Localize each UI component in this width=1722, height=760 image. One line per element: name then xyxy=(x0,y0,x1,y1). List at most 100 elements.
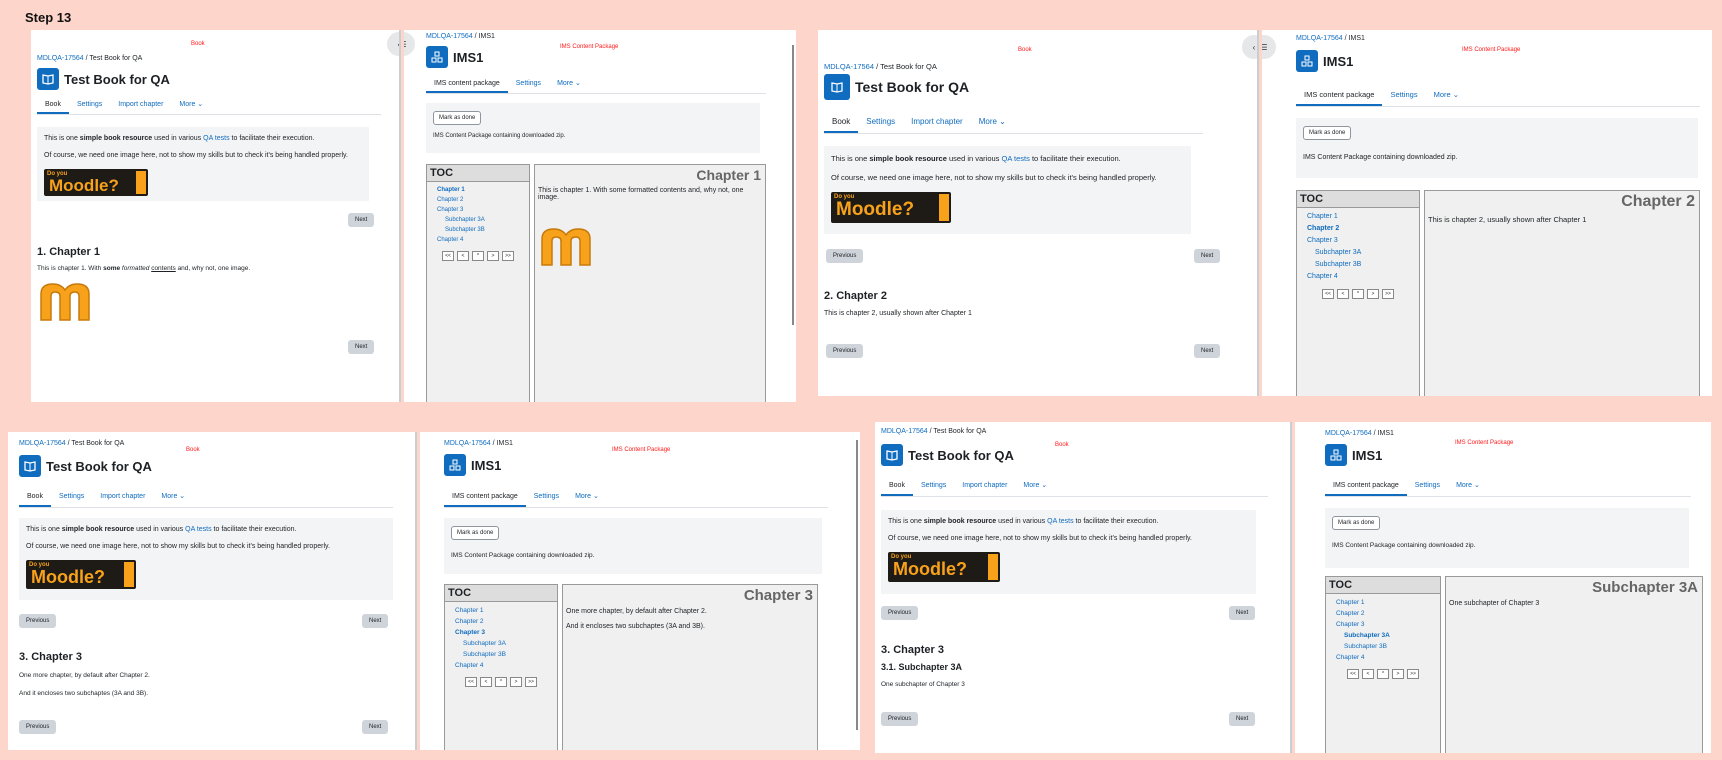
previous-button-bottom[interactable]: Previous xyxy=(881,712,919,726)
next-button-bottom[interactable]: Next xyxy=(1194,344,1221,358)
next-button-bottom[interactable]: Next xyxy=(1229,712,1256,726)
toc-drawer-icon[interactable]: ☰ xyxy=(1262,35,1276,59)
collapse-drawer-button[interactable]: ‹ xyxy=(387,32,399,56)
toc-item[interactable]: Subchapter 3B xyxy=(455,649,553,660)
previous-button-bottom[interactable]: Previous xyxy=(826,344,864,358)
first-button[interactable]: << xyxy=(1347,669,1359,679)
tab-more[interactable]: More ⌄ xyxy=(567,486,607,507)
mark-as-done-button[interactable]: Mark as done xyxy=(1332,516,1381,530)
tab-settings[interactable]: Settings xyxy=(858,110,903,133)
scrollbar[interactable] xyxy=(856,440,858,730)
next-button[interactable]: Next xyxy=(1229,606,1256,620)
toc-item[interactable]: Chapter 4 xyxy=(437,235,525,245)
tab-ims-content-package[interactable]: IMS content package xyxy=(426,74,508,93)
toc-item[interactable]: Chapter 3 xyxy=(437,205,525,215)
tab-more[interactable]: More ⌄ xyxy=(153,486,193,507)
toc-item[interactable]: Chapter 1 xyxy=(1336,597,1436,608)
next-button[interactable]: > xyxy=(510,677,522,687)
qa-tests-link[interactable]: QA tests xyxy=(203,135,229,142)
next-button[interactable]: Next xyxy=(1194,249,1221,263)
tab-ims-content-package[interactable]: IMS content package xyxy=(1296,83,1383,106)
toc-item[interactable]: Chapter 3 xyxy=(1336,619,1436,630)
toc-item[interactable]: Chapter 4 xyxy=(1336,652,1436,663)
tab-ims-content-package[interactable]: IMS content package xyxy=(1325,475,1407,496)
toc-item[interactable]: Chapter 2 xyxy=(437,195,525,205)
last-button[interactable]: >> xyxy=(525,677,537,687)
mark-as-done-button[interactable]: Mark as done xyxy=(433,111,482,125)
tab-settings[interactable]: Settings xyxy=(508,74,549,93)
tab-ims-content-package[interactable]: IMS content package xyxy=(444,486,526,507)
next-button[interactable]: Next xyxy=(362,614,389,628)
prev-button[interactable]: < xyxy=(480,677,492,687)
breadcrumb-course-link[interactable]: MDLQA-17564 xyxy=(37,55,84,62)
prev-button[interactable]: < xyxy=(1337,289,1349,299)
prev-button[interactable]: < xyxy=(457,251,469,261)
tab-import-chapter[interactable]: Import chapter xyxy=(954,475,1015,496)
last-button[interactable]: >> xyxy=(1382,289,1394,299)
mark-as-done-button[interactable]: Mark as done xyxy=(1303,126,1352,140)
toc-item[interactable]: Chapter 3 xyxy=(1307,235,1415,247)
next-button[interactable]: > xyxy=(487,251,499,261)
tab-import-chapter[interactable]: Import chapter xyxy=(110,95,171,114)
tab-settings[interactable]: Settings xyxy=(913,475,954,496)
next-button[interactable]: > xyxy=(1392,669,1404,679)
tab-more[interactable]: More ⌄ xyxy=(171,95,211,114)
toc-item[interactable]: Chapter 2 xyxy=(1336,608,1436,619)
toc-item[interactable]: Chapter 1 xyxy=(455,605,553,616)
previous-button[interactable]: Previous xyxy=(826,249,864,263)
toc-item[interactable]: Chapter 2 xyxy=(1307,223,1415,235)
toc-item[interactable]: Chapter 4 xyxy=(455,660,553,671)
toc-item[interactable]: Subchapter 3B xyxy=(437,225,525,235)
qa-tests-link[interactable]: QA tests xyxy=(1002,154,1030,163)
toc-item[interactable]: Subchapter 3A xyxy=(455,638,553,649)
up-button[interactable]: ^ xyxy=(495,677,507,687)
tab-settings[interactable]: Settings xyxy=(69,95,110,114)
tab-book[interactable]: Book xyxy=(824,110,859,133)
tab-settings[interactable]: Settings xyxy=(1382,83,1425,106)
last-button[interactable]: >> xyxy=(1407,669,1419,679)
toc-item[interactable]: Subchapter 3B xyxy=(1307,259,1415,271)
next-button-bottom[interactable]: Next xyxy=(348,340,375,354)
toc-item[interactable]: Chapter 2 xyxy=(455,616,553,627)
previous-button[interactable]: Previous xyxy=(881,606,919,620)
tab-book[interactable]: Book xyxy=(19,486,51,507)
tab-more[interactable]: More ⌄ xyxy=(971,110,1014,133)
toc-item[interactable]: Chapter 3 xyxy=(455,627,553,638)
tab-more[interactable]: More ⌄ xyxy=(1015,475,1055,496)
previous-button-bottom[interactable]: Previous xyxy=(19,720,57,734)
collapse-drawer-button[interactable]: ‹ xyxy=(1242,35,1257,59)
first-button[interactable]: << xyxy=(465,677,477,687)
breadcrumb-course-link[interactable]: MDLQA-17564 xyxy=(1296,35,1343,42)
breadcrumb-course-link[interactable]: MDLQA-17564 xyxy=(426,33,473,40)
toc-item[interactable]: Subchapter 3B xyxy=(1336,641,1436,652)
breadcrumb-course-link[interactable]: MDLQA-17564 xyxy=(19,440,66,447)
tab-settings[interactable]: Settings xyxy=(51,486,92,507)
breadcrumb-course-link[interactable]: MDLQA-17564 xyxy=(444,440,491,447)
next-button[interactable]: Next xyxy=(348,213,375,227)
tab-more[interactable]: More ⌄ xyxy=(549,74,589,93)
next-button[interactable]: > xyxy=(1367,289,1379,299)
tab-book[interactable]: Book xyxy=(881,475,913,496)
next-button-bottom[interactable]: Next xyxy=(362,720,389,734)
qa-tests-link[interactable]: QA tests xyxy=(185,526,211,533)
toc-item[interactable]: Chapter 1 xyxy=(1307,211,1415,223)
first-button[interactable]: << xyxy=(1322,289,1334,299)
breadcrumb-course-link[interactable]: MDLQA-17564 xyxy=(881,428,928,435)
toc-item[interactable]: Subchapter 3A xyxy=(1307,247,1415,259)
toc-drawer-icon[interactable]: ☰ xyxy=(404,32,415,56)
first-button[interactable]: << xyxy=(442,251,454,261)
tab-import-chapter[interactable]: Import chapter xyxy=(92,486,153,507)
up-button[interactable]: ^ xyxy=(472,251,484,261)
tab-book[interactable]: Book xyxy=(37,95,69,114)
tab-settings[interactable]: Settings xyxy=(1407,475,1448,496)
tab-more[interactable]: More ⌄ xyxy=(1426,83,1467,106)
up-button[interactable]: ^ xyxy=(1377,669,1389,679)
toc-item[interactable]: Subchapter 3A xyxy=(1336,630,1436,641)
tab-more[interactable]: More ⌄ xyxy=(1448,475,1488,496)
toc-item[interactable]: Subchapter 3A xyxy=(437,215,525,225)
toc-item[interactable]: Chapter 1 xyxy=(437,185,525,195)
prev-button[interactable]: < xyxy=(1362,669,1374,679)
scrollbar[interactable] xyxy=(792,45,794,325)
toc-item[interactable]: Chapter 4 xyxy=(1307,271,1415,283)
mark-as-done-button[interactable]: Mark as done xyxy=(451,526,500,540)
